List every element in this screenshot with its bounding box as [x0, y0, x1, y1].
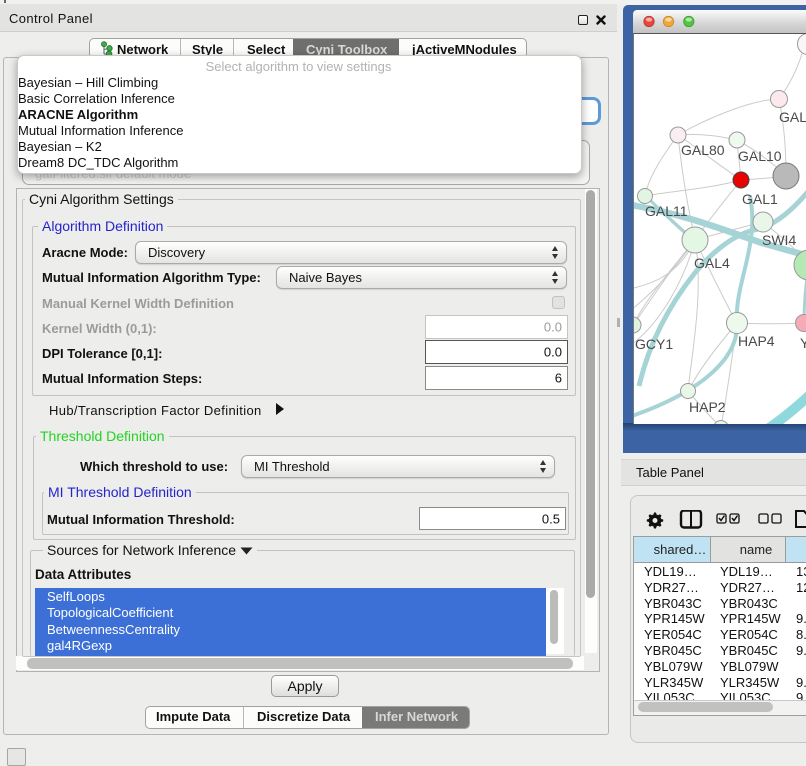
svg-text:HAP4: HAP4	[738, 333, 775, 349]
svg-text:GAL11: GAL11	[645, 203, 688, 219]
svg-text:GAL1: GAL1	[742, 191, 778, 207]
svg-text:SWI4: SWI4	[762, 232, 796, 248]
svg-text:GAL80: GAL80	[681, 142, 725, 158]
svg-text:GAL10: GAL10	[738, 148, 782, 164]
svg-text:GCY1: GCY1	[635, 336, 673, 352]
svg-text:GAL4: GAL4	[694, 255, 730, 271]
svg-text:HAP2: HAP2	[689, 399, 726, 415]
svg-text:GAL: GAL	[779, 109, 806, 125]
svg-text:Y: Y	[800, 335, 806, 351]
